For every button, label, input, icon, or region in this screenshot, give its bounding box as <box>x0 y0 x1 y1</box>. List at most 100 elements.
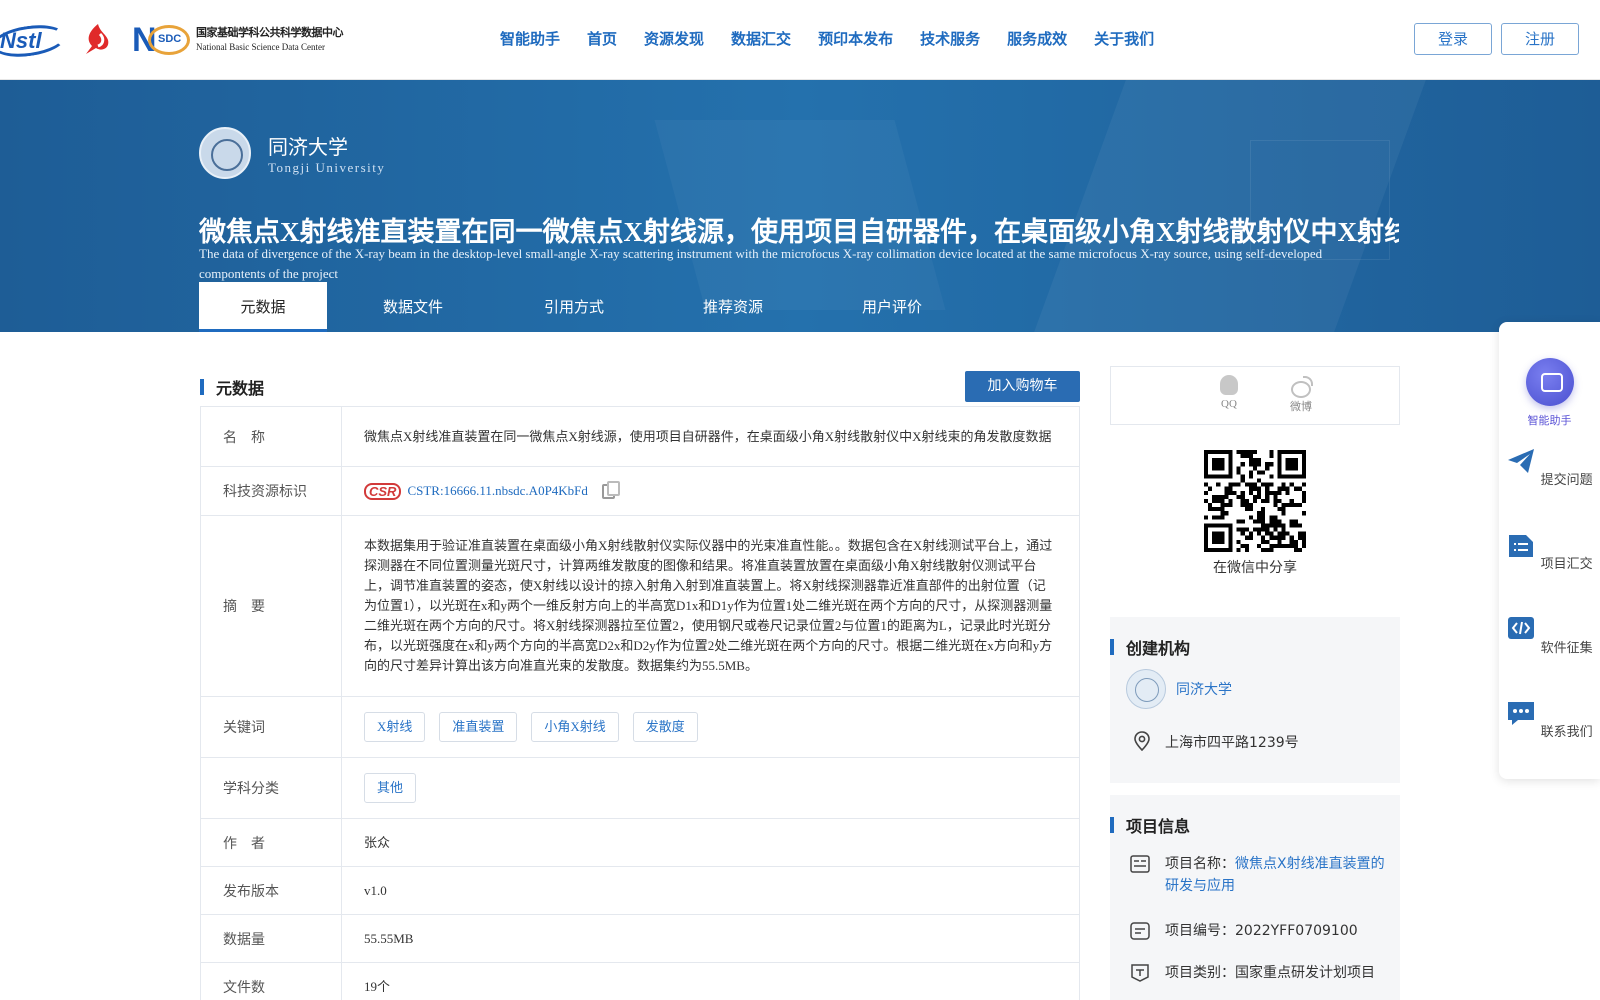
tab-data-files[interactable]: 数据文件 <box>327 282 499 332</box>
project-submit-button[interactable]: 项目汇交 <box>1499 530 1600 572</box>
wechat-qr-code <box>1204 450 1306 552</box>
document-list-icon <box>1509 535 1534 557</box>
file-count-value: 19个 <box>364 978 391 994</box>
table-row: 数据量 55.55MB <box>201 915 1079 963</box>
project-type-label: 项目类别： <box>1165 965 1235 981</box>
share-qq-button[interactable]: QQ <box>1209 375 1249 410</box>
keyword-tag[interactable]: X射线 <box>364 712 426 742</box>
field-label: 发布版本 <box>201 867 342 914</box>
assistant-button[interactable]: 智能助手 <box>1499 358 1600 428</box>
project-name-icon <box>1130 855 1150 873</box>
share-qq-label: QQ <box>1221 398 1237 410</box>
chat-bubble-icon <box>1508 702 1535 725</box>
dataset-name: 微焦点X射线准直装置在同一微焦点X射线源，使用项目自研器件，在桌面级小角X射线散… <box>364 428 1052 444</box>
nav-discover[interactable]: 资源发现 <box>644 28 704 49</box>
nsdc-logo[interactable]: N SDC 国家基础学科公共科学数据中心 National Basic Scien… <box>130 20 344 60</box>
tab-citation[interactable]: 引用方式 <box>499 282 649 332</box>
nav-tech-service[interactable]: 技术服务 <box>920 28 980 49</box>
metadata-table: 名 称 微焦点X射线准直装置在同一微焦点X射线源，使用项目自研器件，在桌面级小角… <box>200 406 1080 1000</box>
project-code-value: 2022YFF0709100 <box>1235 923 1358 939</box>
institution-name-en: Tongji University <box>268 160 386 175</box>
contact-us-label: 联系我们 <box>1540 725 1593 740</box>
nav-achievements[interactable]: 服务成效 <box>1007 28 1067 49</box>
table-row: 名 称 微焦点X射线准直装置在同一微焦点X射线源，使用项目自研器件，在桌面级小角… <box>201 407 1079 467</box>
top-header: Nstl N SDC 国家基础学科公共科学数据中心 National Basic … <box>0 0 1600 80</box>
subject-tag[interactable]: 其他 <box>364 773 417 803</box>
nav-home[interactable]: 首页 <box>587 28 617 49</box>
org-name-link[interactable]: 同济大学 <box>1176 679 1232 699</box>
project-type-value: 国家重点研发计划项目 <box>1235 965 1375 981</box>
login-button[interactable]: 登录 <box>1414 23 1492 55</box>
main-nav: 智能助手 首页 资源发现 数据汇交 预印本发布 技术服务 服务成效 关于我们 <box>500 28 1181 49</box>
nstl-logo[interactable]: Nstl <box>0 20 66 60</box>
robot-icon <box>1525 358 1574 406</box>
share-weibo-button[interactable]: 微博 <box>1281 375 1321 414</box>
nav-assistant[interactable]: 智能助手 <box>500 28 560 49</box>
project-code-row: 项目编号： 2022YFF0709100 <box>1130 920 1358 942</box>
qq-icon <box>1220 375 1238 395</box>
qr-caption: 在微信中分享 <box>1213 560 1297 576</box>
org-card: 创建机构 同济大学 上海市四平路1239号 <box>1110 617 1400 783</box>
keyword-tag[interactable]: 发散度 <box>632 712 698 742</box>
partner-logo[interactable] <box>78 20 118 60</box>
floating-toolbar: 智能助手 提交问题 项目汇交 软件征集 联系我们 <box>1499 322 1600 779</box>
cstr-text[interactable]: CSTR:16666.11.nbsdc.A0P4KbFd <box>407 481 587 501</box>
share-panel: QQ 微博 <box>1110 366 1400 425</box>
field-label: 关键词 <box>201 697 342 757</box>
table-row: 关键词 X射线 准直装置 小角X射线 发散度 <box>201 697 1079 758</box>
register-button[interactable]: 注册 <box>1501 23 1579 55</box>
field-label: 数据量 <box>201 915 342 962</box>
nav-preprint[interactable]: 预印本发布 <box>818 28 893 49</box>
field-label: 文件数 <box>201 963 342 1000</box>
table-row: 摘 要 本数据集用于验证准直装置在桌面级小角X射线散射仪实际仪器中的光束准直性能… <box>201 516 1079 697</box>
paper-plane-icon <box>1508 449 1535 473</box>
field-label: 科技资源标识 <box>201 467 342 515</box>
field-label: 摘 要 <box>201 516 342 696</box>
project-submit-label: 项目汇交 <box>1540 557 1593 572</box>
weibo-icon <box>1290 375 1313 398</box>
add-to-cart-button[interactable]: 加入购物车 <box>965 371 1080 402</box>
logo-group: Nstl N SDC 国家基础学科公共科学数据中心 National Basic … <box>0 18 344 62</box>
university-emblem <box>199 127 251 179</box>
tab-metadata[interactable]: 元数据 <box>199 282 327 332</box>
detail-tabs: 元数据 数据文件 引用方式 推荐资源 用户评价 <box>199 282 967 332</box>
contact-us-button[interactable]: 联系我们 <box>1499 698 1600 740</box>
table-row: 作 者 张众 <box>201 819 1079 867</box>
project-type-icon <box>1131 964 1149 982</box>
project-code-icon <box>1130 922 1150 940</box>
keyword-tag[interactable]: 小角X射线 <box>531 712 619 742</box>
table-row: 学科分类 其他 <box>201 758 1079 819</box>
nav-data-submit[interactable]: 数据汇交 <box>731 28 791 49</box>
author-value: 张众 <box>364 834 391 850</box>
submit-question-label: 提交问题 <box>1540 473 1593 488</box>
tab-reviews[interactable]: 用户评价 <box>817 282 967 332</box>
keyword-tag[interactable]: 准直装置 <box>439 712 518 742</box>
project-name-label: 项目名称： <box>1165 856 1235 872</box>
tab-recommended[interactable]: 推荐资源 <box>649 282 817 332</box>
field-label: 作 者 <box>201 819 342 866</box>
section-title: 元数据 <box>216 379 265 398</box>
project-card: 项目信息 项目名称：微焦点X射线准直装置的研发与应用 项目编号： 2022YFF0… <box>1110 795 1400 1000</box>
code-icon <box>1508 617 1535 639</box>
software-collect-button[interactable]: 软件征集 <box>1499 614 1600 656</box>
table-row: 文件数 19个 <box>201 963 1079 1000</box>
submit-question-button[interactable]: 提交问题 <box>1499 446 1600 488</box>
project-type-row: 项目类别： 国家重点研发计划项目 <box>1130 962 1375 984</box>
metadata-section-header: 元数据 <box>200 375 264 399</box>
nav-about[interactable]: 关于我们 <box>1094 28 1154 49</box>
cstr-identifier[interactable]: CSR CSTR:16666.11.nbsdc.A0P4KbFd <box>364 481 588 501</box>
org-emblem <box>1126 669 1166 709</box>
nsdc-name-en: National Basic Science Data Center <box>196 42 325 52</box>
institution-name-cn: 同济大学 <box>268 135 348 159</box>
project-name-row: 项目名称：微焦点X射线准直装置的研发与应用 <box>1130 853 1385 897</box>
table-row: 科技资源标识 CSR CSTR:16666.11.nbsdc.A0P4KbFd <box>201 467 1079 516</box>
abstract-text: 本数据集用于验证准直装置在桌面级小角X射线散射仪实际仪器中的光束准直性能。。数据… <box>364 538 1053 673</box>
field-label: 名 称 <box>201 407 342 466</box>
project-card-title: 项目信息 <box>1126 817 1191 836</box>
version-value: v1.0 <box>364 882 387 898</box>
share-weibo-label: 微博 <box>1290 401 1312 413</box>
software-collect-label: 软件征集 <box>1540 641 1593 656</box>
copy-icon[interactable] <box>601 480 620 499</box>
dataset-title-en: The data of divergence of the X-ray beam… <box>199 246 1323 281</box>
nsdc-name-cn: 国家基础学科公共科学数据中心 <box>196 27 344 39</box>
